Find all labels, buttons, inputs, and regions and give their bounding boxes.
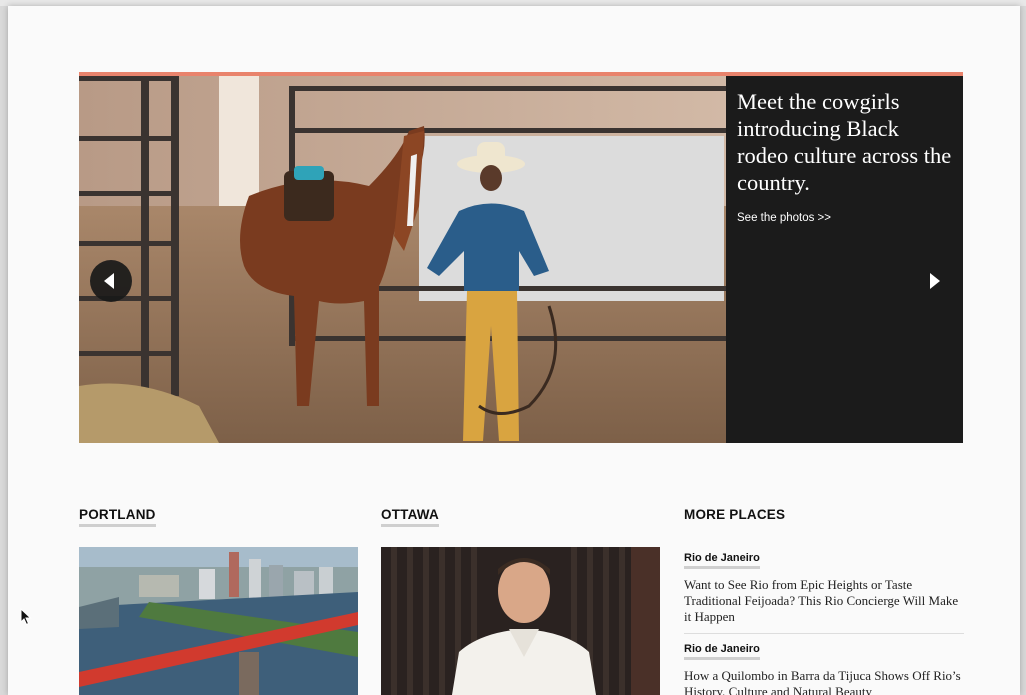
portland-card-image[interactable] (79, 547, 358, 695)
more-places-list: Rio de Janeiro Want to See Rio from Epic… (684, 545, 964, 695)
article-headline[interactable]: Want to See Rio from Epic Heights or Tas… (684, 577, 964, 625)
browser-page: Meet the cowgirls introducing Black rode… (8, 6, 1020, 695)
list-item[interactable]: Rio de Janeiro How a Quilombo in Barra d… (684, 633, 964, 695)
chevron-left-icon[interactable] (90, 260, 132, 302)
section-title-portland[interactable]: PORTLAND (79, 507, 156, 527)
section-title-ottawa[interactable]: OTTAWA (381, 507, 439, 527)
ottawa-card-image[interactable] (381, 547, 660, 695)
article-headline[interactable]: How a Quilombo in Barra da Tijuca Shows … (684, 668, 964, 695)
chevron-right-icon[interactable] (927, 271, 941, 291)
hero-headline[interactable]: Meet the cowgirls introducing Black rode… (737, 88, 952, 196)
hero-image[interactable] (79, 76, 726, 443)
hero-caption-panel: Meet the cowgirls introducing Black rode… (726, 76, 963, 443)
list-item[interactable]: Rio de Janeiro Want to See Rio from Epic… (684, 545, 964, 625)
see-photos-link[interactable]: See the photos >> (737, 212, 831, 224)
mouse-pointer-icon (20, 608, 32, 626)
section-portland: PORTLAND (79, 506, 358, 695)
hero-carousel: Meet the cowgirls introducing Black rode… (79, 72, 963, 443)
section-title-more-places: MORE PLACES (684, 507, 786, 522)
section-more-places: MORE PLACES Rio de Janeiro Want to See R… (684, 506, 964, 695)
place-tag[interactable]: Rio de Janeiro (684, 643, 760, 660)
place-tag[interactable]: Rio de Janeiro (684, 552, 760, 569)
section-ottawa: OTTAWA (381, 506, 660, 695)
